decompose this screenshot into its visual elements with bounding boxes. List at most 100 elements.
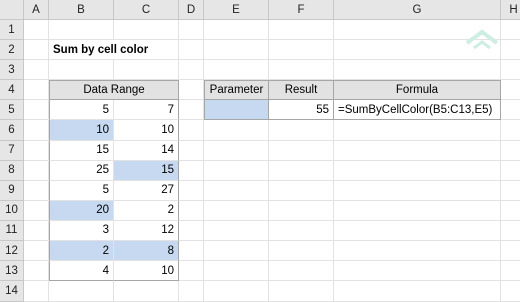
row-header-11[interactable]: 11 (0, 220, 24, 242)
row-header-13[interactable]: 13 (0, 261, 24, 282)
cell-e2[interactable] (204, 40, 269, 61)
cell-d9[interactable] (179, 180, 204, 201)
cell-a12[interactable] (24, 241, 49, 262)
cell-e7[interactable] (204, 140, 269, 161)
cell-b3[interactable] (49, 60, 114, 81)
cell-f11[interactable] (269, 220, 334, 242)
cell-a14[interactable] (24, 281, 49, 302)
cell-d2[interactable] (179, 40, 204, 61)
row-header-10[interactable]: 10 (0, 200, 24, 221)
cell-d1[interactable] (179, 20, 204, 41)
select-all-corner[interactable] (0, 0, 24, 20)
cell-b7[interactable]: 15 (49, 140, 114, 161)
cell-f3[interactable] (269, 60, 334, 81)
cell-a11[interactable] (24, 220, 49, 242)
row-header-1[interactable]: 1 (0, 20, 24, 41)
cell-g8[interactable] (334, 160, 501, 181)
cell-b9[interactable]: 5 (49, 180, 114, 201)
cell-f2[interactable] (269, 40, 334, 61)
cell-f8[interactable] (269, 160, 334, 181)
cell-a8[interactable] (24, 160, 49, 181)
cell-h9[interactable] (501, 181, 520, 201)
cell-d5[interactable] (179, 100, 204, 121)
cell-e6[interactable] (204, 120, 269, 141)
sheet-title-cell[interactable]: Sum by cell color (49, 40, 179, 61)
cell-d14[interactable] (179, 281, 204, 302)
cell-a4[interactable] (24, 80, 49, 101)
row-header-8[interactable]: 8 (0, 160, 24, 181)
parameter-color-cell[interactable] (204, 100, 269, 121)
data-range-header[interactable]: Data Range (49, 80, 179, 101)
cell-e11[interactable] (204, 220, 269, 242)
column-header-a[interactable]: A (24, 0, 49, 20)
cell-a13[interactable] (24, 261, 49, 282)
cell-e1[interactable] (204, 20, 269, 41)
cell-d10[interactable] (179, 200, 204, 221)
cell-a2[interactable] (24, 40, 49, 61)
cell-h2[interactable] (501, 40, 520, 61)
column-header-d[interactable]: D (179, 0, 204, 20)
cell-d4[interactable] (179, 80, 204, 101)
cell-b8[interactable]: 25 (49, 160, 114, 181)
cell-g9[interactable] (334, 180, 501, 201)
cell-b14[interactable] (49, 281, 114, 302)
cell-b6[interactable]: 10 (49, 120, 114, 141)
formula-cell[interactable]: =SumByCellColor(B5:C13,E5) (334, 100, 501, 121)
cell-e13[interactable] (204, 261, 269, 282)
cell-c8[interactable]: 15 (114, 160, 179, 181)
row-header-7[interactable]: 7 (0, 140, 24, 161)
cell-b11[interactable]: 3 (49, 220, 114, 242)
cell-d13[interactable] (179, 261, 204, 282)
row-header-5[interactable]: 5 (0, 100, 24, 121)
cell-f6[interactable] (269, 120, 334, 141)
cell-h6[interactable] (501, 120, 520, 141)
cell-g7[interactable] (334, 140, 501, 161)
cell-c6[interactable]: 10 (114, 120, 179, 141)
cell-b5[interactable]: 5 (49, 100, 114, 121)
cell-f14[interactable] (269, 281, 334, 302)
column-header-b[interactable]: B (49, 0, 114, 20)
cell-g12[interactable] (334, 241, 501, 262)
cell-h14[interactable] (501, 281, 520, 302)
cell-c11[interactable]: 12 (114, 220, 179, 242)
row-header-14[interactable]: 14 (0, 281, 24, 302)
cell-g3[interactable] (334, 60, 501, 81)
cell-f1[interactable] (269, 20, 334, 41)
cell-a10[interactable] (24, 200, 49, 221)
cell-e12[interactable] (204, 241, 269, 262)
cell-h1[interactable] (501, 20, 520, 41)
cell-f10[interactable] (269, 200, 334, 221)
row-header-6[interactable]: 6 (0, 120, 24, 141)
cell-d3[interactable] (179, 60, 204, 81)
cell-a6[interactable] (24, 120, 49, 141)
cell-d6[interactable] (179, 120, 204, 141)
cell-d7[interactable] (179, 140, 204, 161)
row-header-3[interactable]: 3 (0, 60, 24, 81)
cell-h13[interactable] (501, 261, 520, 282)
cell-d11[interactable] (179, 220, 204, 242)
cell-h3[interactable] (501, 60, 520, 81)
cell-a7[interactable] (24, 140, 49, 161)
cell-e8[interactable] (204, 160, 269, 181)
cell-h11[interactable] (501, 221, 520, 242)
cell-c3[interactable] (114, 60, 179, 81)
cell-g13[interactable] (334, 261, 501, 282)
parameter-header[interactable]: Parameter (204, 80, 269, 101)
cell-h12[interactable] (501, 241, 520, 262)
cell-b10[interactable]: 20 (49, 200, 114, 221)
cell-h5[interactable] (501, 100, 520, 121)
result-cell[interactable]: 55 (269, 100, 334, 121)
cell-f9[interactable] (269, 180, 334, 201)
cell-a1[interactable] (24, 20, 49, 41)
cell-e3[interactable] (204, 60, 269, 81)
column-header-f[interactable]: F (269, 0, 334, 20)
row-header-12[interactable]: 12 (0, 241, 24, 262)
cell-a3[interactable] (24, 60, 49, 81)
cell-g6[interactable] (334, 120, 501, 141)
cell-d8[interactable] (179, 160, 204, 181)
result-header[interactable]: Result (269, 80, 334, 101)
cell-f12[interactable] (269, 241, 334, 262)
column-header-c[interactable]: C (114, 0, 179, 20)
cell-c13[interactable]: 10 (114, 261, 179, 282)
cell-e14[interactable] (204, 281, 269, 302)
